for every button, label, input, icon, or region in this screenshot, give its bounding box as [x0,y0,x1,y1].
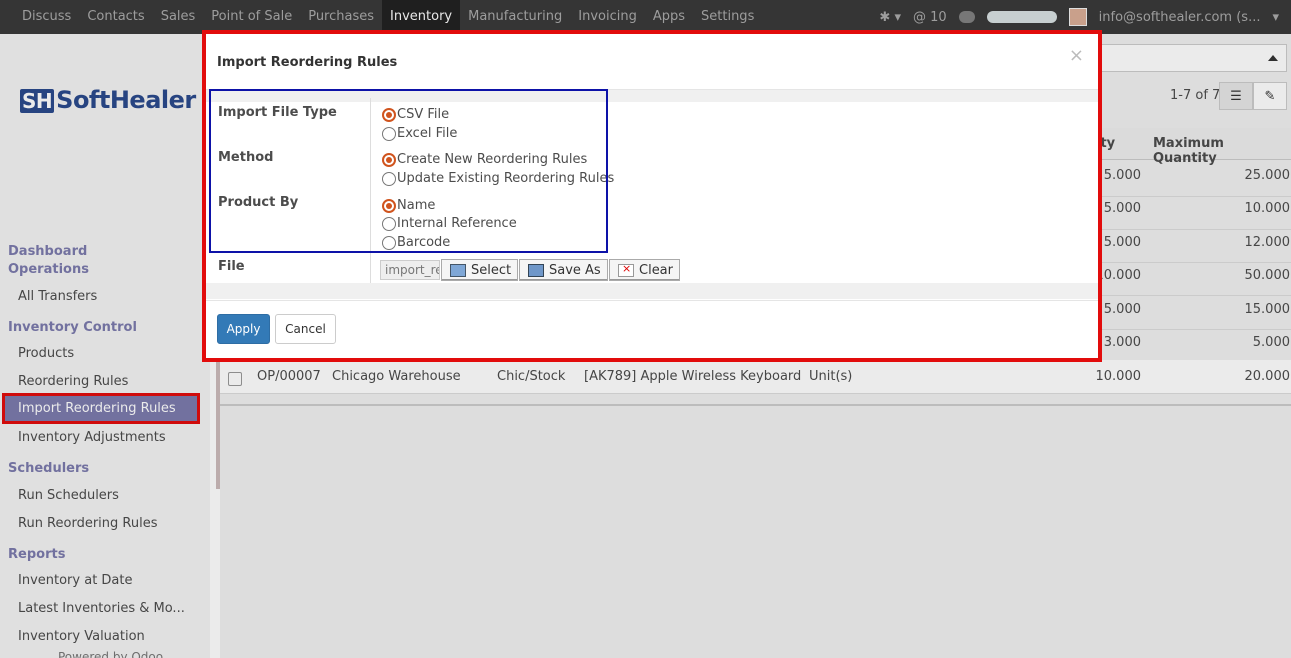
modal-title: Import Reordering Rules [217,55,398,70]
chat-icon[interactable] [958,11,975,23]
form-band [206,283,1098,299]
cancel-button[interactable]: Cancel [275,314,336,344]
menu-discuss[interactable]: Discuss [14,0,79,34]
caret-down-icon[interactable]: ▾ [1272,10,1279,25]
menu-point-of-sale[interactable]: Point of Sale [203,0,300,34]
menu-sales[interactable]: Sales [153,0,204,34]
save-as-button[interactable]: Save As [519,259,608,281]
label-file: File [218,259,245,274]
app-menu: Discuss Contacts Sales Point of Sale Pur… [14,0,762,34]
menu-purchases[interactable]: Purchases [300,0,382,34]
user-menu[interactable]: info@softhealer.com (s... [1099,10,1261,25]
select-file-button[interactable]: Select [441,259,519,281]
file-name-field[interactable]: import_re [380,260,440,280]
debug-bug-icon[interactable]: ✱ ▾ [879,10,901,25]
menu-invoicing[interactable]: Invoicing [570,0,645,34]
download-icon [528,263,544,277]
menu-inventory[interactable]: Inventory [382,0,461,34]
divider [206,300,1098,301]
systray: ✱ ▾ @ 10 info@softhealer.com (s... ▾ [879,0,1291,34]
menu-contacts[interactable]: Contacts [79,0,152,34]
onboarding-progress-bar[interactable] [986,11,1057,23]
menu-manufacturing[interactable]: Manufacturing [460,0,570,34]
folder-icon [450,263,466,277]
mentions-counter[interactable]: @ 10 [913,10,947,25]
close-icon[interactable]: × [1069,45,1084,66]
menu-apps[interactable]: Apps [645,0,693,34]
highlight-outline [209,89,608,253]
avatar[interactable] [1068,8,1087,26]
clear-file-button[interactable]: Clear [609,259,680,281]
menu-settings[interactable]: Settings [693,0,762,34]
clear-icon [618,262,634,277]
apply-button[interactable]: Apply [217,314,270,344]
top-navbar: Discuss Contacts Sales Point of Sale Pur… [0,0,1291,34]
import-reordering-rules-dialog: Import Reordering Rules × Import File Ty… [202,30,1102,362]
